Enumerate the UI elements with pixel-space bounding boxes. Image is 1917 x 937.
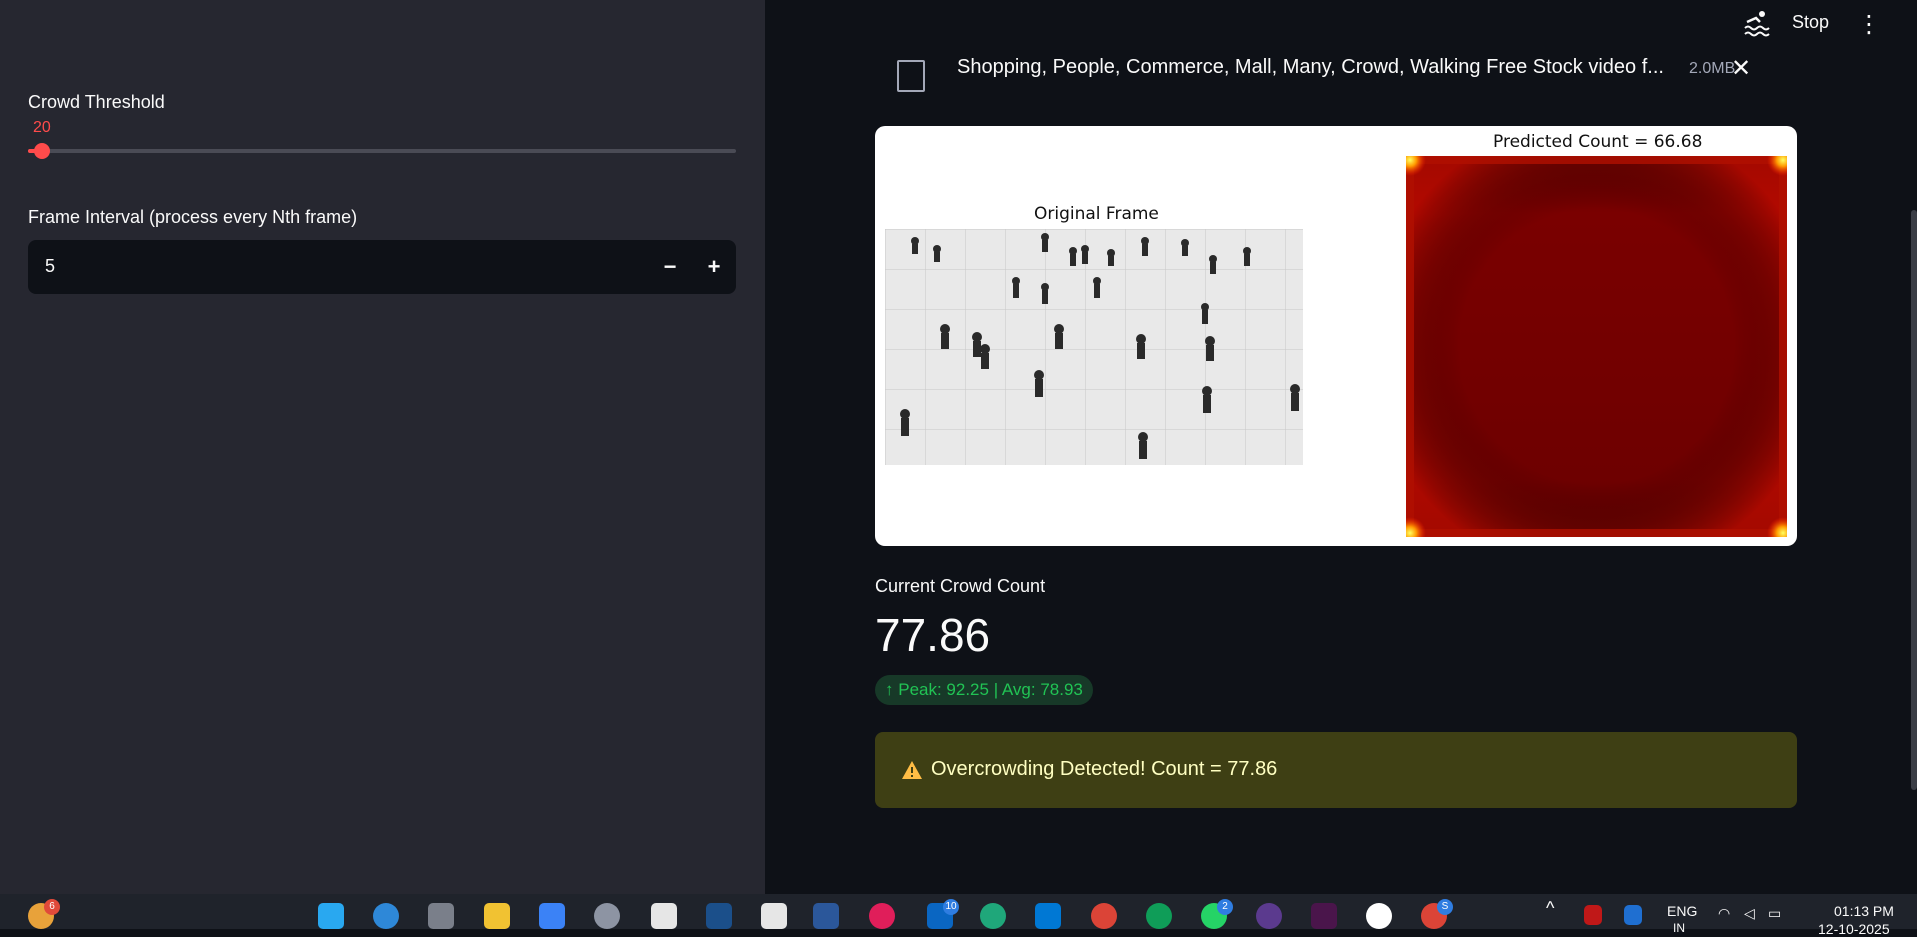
language-indicator[interactable]: ENG	[1667, 903, 1697, 919]
arrow-up-icon: ↑	[885, 680, 894, 699]
interval-input[interactable]: 5 − +	[28, 240, 736, 294]
chrome-profile-icon[interactable]	[1146, 903, 1172, 929]
whatsapp-icon[interactable]	[1366, 903, 1392, 929]
language-sub: IN	[1673, 921, 1685, 935]
chevron-up-icon[interactable]: ^	[1546, 898, 1554, 919]
overcrowding-alert: Overcrowding Detected! Count = 77.86	[875, 732, 1797, 808]
wifi-icon[interactable]: ◠	[1718, 905, 1730, 922]
slider-thumb[interactable]	[34, 143, 51, 159]
edge-icon[interactable]	[980, 903, 1006, 929]
task-view-icon[interactable]	[428, 903, 454, 929]
chrome-active-icon[interactable]: S	[1421, 899, 1453, 929]
threshold-slider[interactable]	[28, 143, 736, 159]
predicted-count-title: Predicted Count = 66.68	[1493, 132, 1703, 152]
alert-text: Overcrowding Detected! Count = 77.86	[931, 758, 1278, 780]
chrome-icon[interactable]	[1091, 903, 1117, 929]
tap-app-icon[interactable]	[706, 903, 732, 929]
file-size: 2.0MB	[1689, 60, 1736, 77]
slack-alt-icon[interactable]	[869, 903, 895, 929]
result-figure: Original Frame Predicted Count = 66.68	[875, 126, 1797, 546]
slack-icon[interactable]	[1311, 903, 1337, 929]
weather-badge: 6	[44, 899, 60, 915]
uploaded-file: Shopping, People, Commerce, Mall, Many, …	[897, 52, 1757, 92]
decrement-button[interactable]: −	[648, 240, 692, 294]
clock-date[interactable]: 12-10-2025	[1818, 921, 1890, 937]
sidebar: Crowd Threshold 20 Frame Interval (proce…	[0, 0, 765, 894]
weather-icon[interactable]: 6	[28, 899, 60, 929]
interval-value[interactable]: 5	[45, 256, 55, 277]
linkedin-icon[interactable]: 10	[927, 899, 959, 929]
threshold-value: 20	[33, 119, 51, 136]
document-icon[interactable]	[651, 903, 677, 929]
remove-file-button[interactable]: ✕	[1731, 54, 1751, 83]
linkedin-badge: 10	[943, 899, 959, 915]
main-scrollbar[interactable]	[1911, 210, 1917, 790]
settings-icon[interactable]	[594, 903, 620, 929]
file-explorer-icon[interactable]	[484, 903, 510, 929]
stop-button[interactable]: Stop	[1792, 12, 1829, 33]
document-2-icon[interactable]	[761, 903, 787, 929]
increment-button[interactable]: +	[692, 240, 736, 294]
vscode-icon[interactable]	[1035, 903, 1061, 929]
mcafee-icon[interactable]	[1584, 905, 1602, 925]
windows-start-icon[interactable]	[318, 903, 344, 929]
file-icon	[897, 60, 925, 92]
original-frame-image	[885, 229, 1303, 465]
eclipse-icon[interactable]	[1256, 903, 1282, 929]
original-frame-title: Original Frame	[1034, 204, 1159, 224]
defender-icon[interactable]	[1624, 905, 1642, 925]
battery-icon[interactable]: ▭	[1768, 905, 1781, 922]
threshold-label: Crowd Threshold	[28, 92, 165, 112]
running-swimmer-icon	[1744, 11, 1770, 37]
word-icon[interactable]	[813, 903, 839, 929]
taskbar: 6 10 2 S ^ ENG IN ◠ ◁ ▭ 01:13 PM 12-10-2…	[0, 894, 1917, 937]
metric-delta: ↑ Peak: 92.25 | Avg: 78.93	[875, 675, 1093, 705]
file-name: Shopping, People, Commerce, Mall, Many, …	[957, 56, 1664, 78]
store-icon[interactable]	[539, 903, 565, 929]
density-heatmap	[1406, 156, 1787, 537]
metric-delta-text: Peak: 92.25 | Avg: 78.93	[898, 680, 1083, 699]
chrome-badge: S	[1437, 899, 1453, 915]
whatsapp-badge: 2	[1217, 899, 1233, 915]
main-menu-icon[interactable]: ⋮	[1857, 10, 1881, 39]
metric-value: 77.86	[875, 609, 991, 661]
main-content: Stop ⋮ Shopping, People, Commerce, Mall,…	[765, 0, 1917, 894]
warning-icon	[902, 761, 922, 779]
metric-label: Current Crowd Count	[875, 576, 1046, 596]
interval-label: Frame Interval (process every Nth frame)	[28, 207, 358, 227]
copilot-icon[interactable]	[373, 903, 399, 929]
clock-time[interactable]: 01:13 PM	[1834, 903, 1894, 919]
whatsapp-business-icon[interactable]: 2	[1201, 899, 1233, 929]
volume-icon[interactable]: ◁	[1744, 905, 1755, 922]
